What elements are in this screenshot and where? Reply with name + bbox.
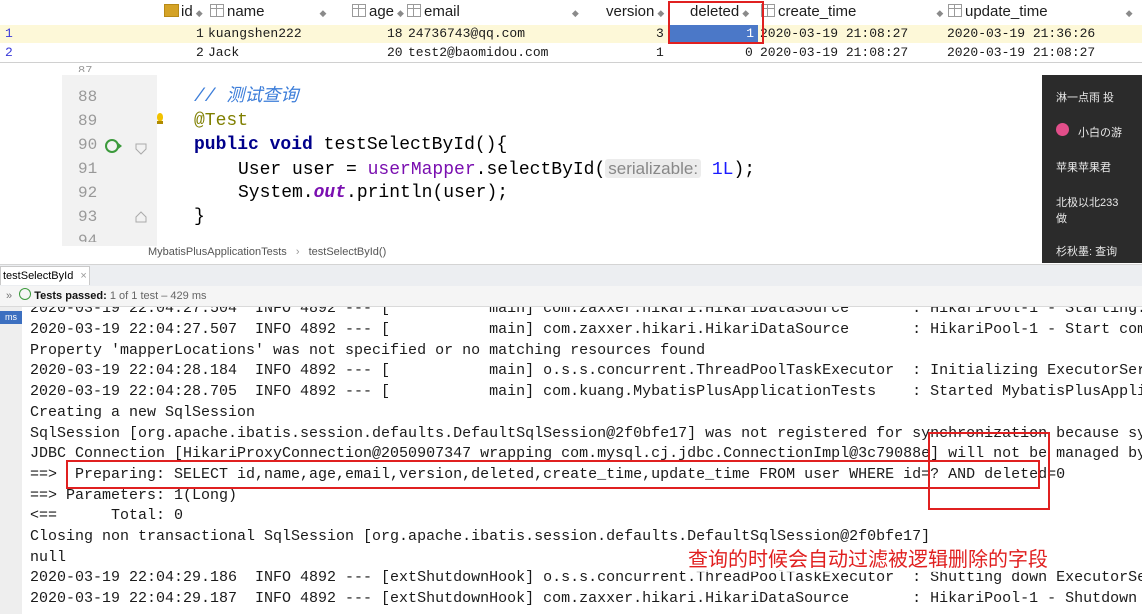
fold-icon[interactable] bbox=[135, 143, 147, 155]
comment-item[interactable]: 小白の游 bbox=[1078, 124, 1122, 140]
breadcrumb: MybatisPlusApplicationTests › testSelect… bbox=[148, 246, 386, 258]
line-number: 87 bbox=[78, 64, 93, 72]
comment-item[interactable]: 做 bbox=[1056, 210, 1067, 226]
column-header-id[interactable]: id ◆ bbox=[164, 0, 203, 24]
fold-end-icon[interactable] bbox=[135, 211, 147, 223]
column-header-email[interactable]: email ◆ bbox=[407, 0, 579, 24]
cell-name[interactable]: kuangshen222 bbox=[208, 25, 302, 43]
run-test-icon[interactable] bbox=[104, 137, 124, 155]
console-line: ==> Parameters: 1(Long) bbox=[30, 487, 238, 504]
row-number: 1 bbox=[5, 26, 13, 41]
sort-icon[interactable]: ◆ bbox=[397, 8, 404, 18]
breadcrumb-method[interactable]: testSelectById() bbox=[309, 246, 387, 258]
cell-create-time[interactable]: 2020-03-19 21:08:27 bbox=[760, 25, 908, 43]
lightbulb-icon[interactable] bbox=[157, 113, 163, 121]
lightbulb-base-icon bbox=[157, 121, 163, 124]
cell-version[interactable]: 1 bbox=[656, 44, 664, 62]
breadcrumb-separator: › bbox=[295, 246, 300, 258]
expand-icon[interactable]: » bbox=[6, 290, 12, 302]
editor-top-edge bbox=[0, 63, 1142, 75]
cell-name[interactable]: Jack bbox=[208, 44, 239, 62]
code-line-88[interactable]: // 测试查询 bbox=[194, 85, 298, 109]
sort-icon[interactable]: ◆ bbox=[572, 8, 579, 18]
console-line: 2020-03-19 22:04:28.184 INFO 4892 --- [ … bbox=[30, 362, 1142, 379]
cell-email[interactable]: test2@baomidou.com bbox=[408, 44, 548, 62]
close-icon[interactable]: × bbox=[80, 270, 86, 282]
code-line-92[interactable]: System.out.println(user); bbox=[238, 181, 508, 205]
code-editor[interactable]: 87 88 89 90 91 92 93 94 // 测试查询 @Test pu… bbox=[0, 63, 1142, 263]
sort-icon[interactable]: ◆ bbox=[657, 8, 664, 18]
test-status-bar: » Tests passed: 1 of 1 test – 429 ms bbox=[0, 286, 1142, 307]
column-icon bbox=[210, 4, 224, 17]
sort-icon[interactable]: ◆ bbox=[936, 8, 943, 18]
console-line: Creating a new SqlSession bbox=[30, 404, 256, 421]
code-line-89[interactable]: @Test bbox=[194, 109, 248, 133]
cell-age[interactable]: 18 bbox=[387, 25, 403, 43]
code-line-93[interactable]: } bbox=[194, 205, 205, 229]
comment-item[interactable]: 苹果苹果君 bbox=[1056, 159, 1111, 175]
line-number: 94 bbox=[78, 232, 98, 242]
comment-item[interactable]: 淋一点雨 投 bbox=[1056, 89, 1114, 105]
console-line-sql-preparing: ==> Preparing: SELECT id,name,age,email,… bbox=[30, 466, 1066, 483]
tab-test-select-by-id[interactable]: testSelectById × bbox=[0, 266, 90, 285]
run-tab-strip bbox=[0, 264, 1142, 287]
sort-icon[interactable]: ◆ bbox=[196, 8, 203, 18]
cell-deleted-selected[interactable]: 1 bbox=[670, 25, 758, 43]
cell-update-time[interactable]: 2020-03-19 21:36:26 bbox=[947, 25, 1095, 43]
cell-age[interactable]: 20 bbox=[387, 44, 403, 62]
cell-id[interactable]: 2 bbox=[196, 44, 204, 62]
column-header-name[interactable]: name ◆ bbox=[210, 0, 326, 24]
console-line: 2020-03-19 22:04:28.705 INFO 4892 --- [ … bbox=[30, 383, 1142, 400]
column-header-create-time[interactable]: create_time ◆ bbox=[761, 0, 943, 24]
console-line: JDBC Connection [HikariProxyConnection@2… bbox=[30, 445, 1142, 462]
danmaku-side-panel: 淋一点雨 投 小白の游 苹果苹果君 北极以北233 做 杉秋墨: 查询 bbox=[1042, 75, 1142, 263]
cell-version[interactable]: 3 bbox=[656, 25, 664, 43]
db-result-grid: id ◆ name ◆ age ◆ email ◆ version ◆ deleted ◆ … bbox=[0, 0, 1142, 63]
check-icon bbox=[19, 288, 32, 300]
comment-item[interactable]: 杉秋墨: 查询 bbox=[1056, 243, 1117, 259]
line-number: 92 bbox=[78, 184, 98, 202]
column-icon bbox=[407, 4, 421, 17]
annotation-caption: 查询的时候会自动过滤被逻辑删除的字段 bbox=[688, 543, 1048, 572]
breadcrumb-class[interactable]: MybatisPlusApplicationTests bbox=[148, 246, 287, 258]
line-number: 89 bbox=[78, 112, 98, 130]
console-line: SqlSession [org.apache.ibatis.session.de… bbox=[30, 425, 1142, 442]
comment-item[interactable]: 北极以北233 bbox=[1056, 194, 1118, 210]
console-line: Property 'mapperLocations' was not speci… bbox=[30, 342, 706, 359]
column-icon bbox=[948, 4, 962, 17]
column-header-age[interactable]: age ◆ bbox=[352, 0, 404, 24]
duration-badge: ms bbox=[0, 311, 22, 324]
column-header-version[interactable]: version ◆ bbox=[606, 0, 664, 24]
column-header-deleted[interactable]: deleted ◆ bbox=[690, 0, 749, 24]
sort-icon[interactable]: ◆ bbox=[742, 8, 749, 18]
line-number: 88 bbox=[78, 88, 98, 106]
line-number: 91 bbox=[78, 160, 98, 178]
sort-icon[interactable]: ◆ bbox=[1126, 8, 1133, 18]
key-icon bbox=[164, 4, 179, 17]
column-icon bbox=[352, 4, 366, 17]
sort-icon[interactable]: ◆ bbox=[320, 8, 327, 18]
column-header-update-time[interactable]: update_time ◆ bbox=[948, 0, 1132, 24]
cell-id[interactable]: 1 bbox=[196, 25, 204, 43]
cell-email[interactable]: 24736743@qq.com bbox=[408, 25, 525, 43]
line-number: 93 bbox=[78, 208, 98, 226]
console-gutter: ms bbox=[0, 307, 22, 614]
console-line: 2020-03-19 22:04:27.507 INFO 4892 --- [ … bbox=[30, 321, 1142, 338]
console-line: <== Total: 0 bbox=[30, 507, 184, 524]
avatar bbox=[1056, 123, 1069, 136]
console-line: null bbox=[30, 549, 67, 566]
cell-create-time[interactable]: 2020-03-19 21:08:27 bbox=[760, 44, 908, 62]
console-line: 2020-03-19 22:04:27.504 INFO 4892 --- [ … bbox=[30, 307, 1142, 317]
cell-deleted[interactable]: 0 bbox=[745, 44, 753, 62]
parameter-hint: serializable: bbox=[605, 159, 702, 178]
console-line: 2020-03-19 22:04:29.187 INFO 4892 --- [e… bbox=[30, 590, 1142, 607]
code-line-90[interactable]: public void testSelectById(){ bbox=[194, 133, 507, 157]
code-line-91[interactable]: User user = userMapper.selectById(serial… bbox=[238, 157, 755, 182]
column-icon bbox=[761, 4, 775, 17]
row-number: 2 bbox=[5, 45, 13, 60]
cell-update-time[interactable]: 2020-03-19 21:08:27 bbox=[947, 44, 1095, 62]
